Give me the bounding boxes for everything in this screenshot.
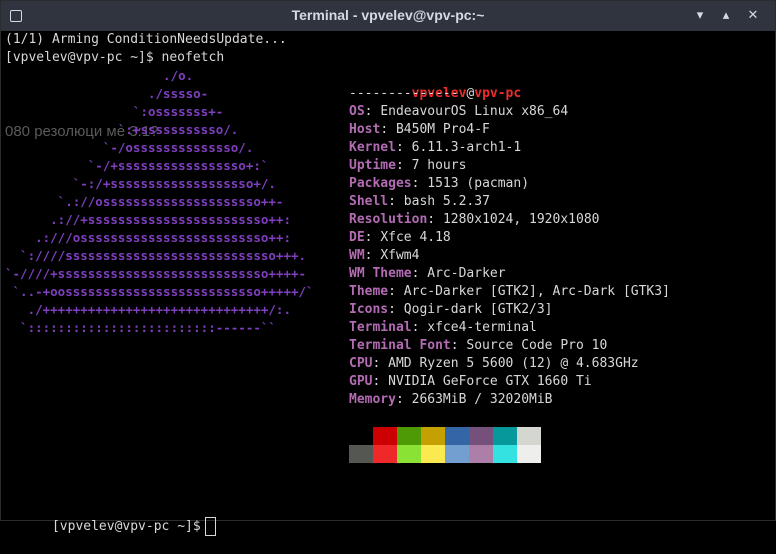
info-key: OS xyxy=(349,104,365,119)
info-row: Theme: Arc-Darker [GTK2], Arc-Dark [GTK3… xyxy=(349,284,670,299)
info-key: CPU xyxy=(349,356,373,371)
color-swatch xyxy=(469,427,493,445)
text-cursor xyxy=(204,517,216,536)
close-button[interactable]: ✕ xyxy=(744,7,762,25)
maximize-button[interactable]: ▴ xyxy=(717,7,735,25)
info-key: Kernel xyxy=(349,140,396,155)
logo-line: .:///osssssssssssssssssssssssso++: xyxy=(5,230,291,245)
logo-line: `:osssssss+- xyxy=(5,104,224,119)
hostname: vpv-pc xyxy=(474,86,522,101)
info-key: DE xyxy=(349,230,365,245)
info-value: Source Code Pro 10 xyxy=(466,338,608,353)
color-swatch xyxy=(445,427,469,445)
info-row: Terminal: xfce4-terminal xyxy=(349,320,537,335)
info-value: NVIDIA GeForce GTX 1660 Ti xyxy=(388,374,592,389)
color-swatch xyxy=(373,445,397,463)
title-bar[interactable]: Terminal - vpvelev@vpv-pc:~ ▾ ▴ ✕ xyxy=(1,1,775,31)
info-row: CPU: AMD Ryzen 5 5600 (12) @ 4.683GHz xyxy=(349,356,639,371)
info-value: xfce4-terminal xyxy=(427,320,537,335)
info-value: 7 hours xyxy=(411,158,467,173)
logo-line: ./o. xyxy=(5,68,194,83)
logo-line: `.://osssssssssssssssssssso++- xyxy=(5,194,284,209)
info-key: Memory xyxy=(349,392,396,407)
info-key: Icons xyxy=(349,302,389,317)
info-value: Xfwm4 xyxy=(380,248,420,263)
output-line: (1/1) Arming ConditionNeedsUpdate... xyxy=(5,32,287,47)
user-host-line: vpvelev@vpv-pc xyxy=(349,67,670,101)
info-key: Theme xyxy=(349,284,389,299)
info-key: Uptime xyxy=(349,158,396,173)
minimize-button[interactable]: ▾ xyxy=(691,7,709,25)
info-key: Shell xyxy=(349,194,389,209)
logo-line: `..-+oossssssssssssssssssssssssso+++++/` xyxy=(5,284,314,299)
info-key: Terminal Font xyxy=(349,338,451,353)
logo-line: `:+sssssssssso/. xyxy=(5,122,239,137)
logo-line: `:::::::::::::::::::::::::------`` xyxy=(5,320,276,335)
info-value: 1280x1024, 1920x1080 xyxy=(442,212,600,227)
system-info: vpvelev@vpv-pc -------------- OS: Endeav… xyxy=(349,67,670,409)
info-key: Terminal xyxy=(349,320,412,335)
info-row: Packages: 1513 (pacman) xyxy=(349,176,530,191)
info-value: 1513 (pacman) xyxy=(427,176,530,191)
color-swatch xyxy=(397,445,421,463)
prompt-line[interactable]: [vpvelev@vpv-pc ~]$ xyxy=(5,499,216,536)
logo-line: `-/+sssssssssssssssso+:` xyxy=(5,158,269,173)
info-value: EndeavourOS Linux x86_64 xyxy=(380,104,569,119)
color-swatch xyxy=(469,445,493,463)
info-row: Uptime: 7 hours xyxy=(349,158,467,173)
color-swatch xyxy=(349,427,373,445)
info-row: Shell: bash 5.2.37 xyxy=(349,194,490,209)
endeavouros-logo: ./o. ./sssso- `:osssssss+- `:+ssssssssss… xyxy=(5,67,314,337)
prompt-text: [vpvelev@vpv-pc ~]$ xyxy=(51,519,201,534)
info-row: Kernel: 6.11.3-arch1-1 xyxy=(349,140,522,155)
info-value: Qogir-dark [GTK2/3] xyxy=(403,302,553,317)
info-value: bash 5.2.37 xyxy=(403,194,490,209)
logo-line: ./sssso- xyxy=(5,86,209,101)
logo-line: `-/ossssssssssssso/. xyxy=(5,140,254,155)
color-swatch xyxy=(517,445,541,463)
info-value: Xfce 4.18 xyxy=(380,230,451,245)
color-swatch xyxy=(493,445,517,463)
logo-line: .://+ssssssssssssssssssssssso++: xyxy=(5,212,291,227)
info-value: B450M Pro4-F xyxy=(395,122,490,137)
logo-line: ./++++++++++++++++++++++++++++++/:. xyxy=(5,302,291,317)
info-row: WM Theme: Arc-Darker xyxy=(349,266,506,281)
info-value: 2663MiB / 32020MiB xyxy=(411,392,553,407)
color-swatch xyxy=(493,427,517,445)
color-swatch xyxy=(517,427,541,445)
info-row: DE: Xfce 4.18 xyxy=(349,230,451,245)
window-title: Terminal - vpvelev@vpv-pc:~ xyxy=(291,7,485,23)
info-key: Host xyxy=(349,122,381,137)
info-key: WM xyxy=(349,248,365,263)
color-swatch xyxy=(397,427,421,445)
info-key: Packages xyxy=(349,176,412,191)
info-value: AMD Ryzen 5 5600 (12) @ 4.683GHz xyxy=(388,356,639,371)
info-value: Arc-Darker xyxy=(427,266,506,281)
color-swatch xyxy=(421,427,445,445)
logo-line: `-////+ssssssssssssssssssssssssssso++++- xyxy=(5,266,307,281)
info-row: WM: Xfwm4 xyxy=(349,248,420,263)
terminal-window: Terminal - vpvelev@vpv-pc:~ ▾ ▴ ✕ (1/1) … xyxy=(0,0,776,536)
info-row: Memory: 2663MiB / 32020MiB xyxy=(349,392,553,407)
info-row: OS: EndeavourOS Linux x86_64 xyxy=(349,104,569,119)
info-key: GPU xyxy=(349,374,373,389)
command-line: [vpvelev@vpv-pc ~]$ neofetch xyxy=(5,50,225,65)
info-row: Terminal Font: Source Code Pro 10 xyxy=(349,338,608,353)
info-row: Icons: Qogir-dark [GTK2/3] xyxy=(349,302,553,317)
logo-line: `-:/+sssssssssssssssssso+/. xyxy=(5,176,276,191)
info-row: GPU: NVIDIA GeForce GTX 1660 Ti xyxy=(349,374,592,389)
terminal-output[interactable]: (1/1) Arming ConditionNeedsUpdate... [vp… xyxy=(5,31,771,536)
info-value: Arc-Darker [GTK2], Arc-Dark [GTK3] xyxy=(403,284,670,299)
info-value: 6.11.3-arch1-1 xyxy=(411,140,522,155)
color-swatch xyxy=(445,445,469,463)
info-key: Resolution xyxy=(349,212,428,227)
color-swatch xyxy=(421,445,445,463)
info-row: Host: B450M Pro4-F xyxy=(349,122,490,137)
logo-line: `:////ssssssssssssssssssssssssssso+++. xyxy=(5,248,307,263)
info-key: WM Theme xyxy=(349,266,412,281)
color-swatch xyxy=(373,427,397,445)
info-row: Resolution: 1280x1024, 1920x1080 xyxy=(349,212,600,227)
color-swatch xyxy=(349,445,373,463)
